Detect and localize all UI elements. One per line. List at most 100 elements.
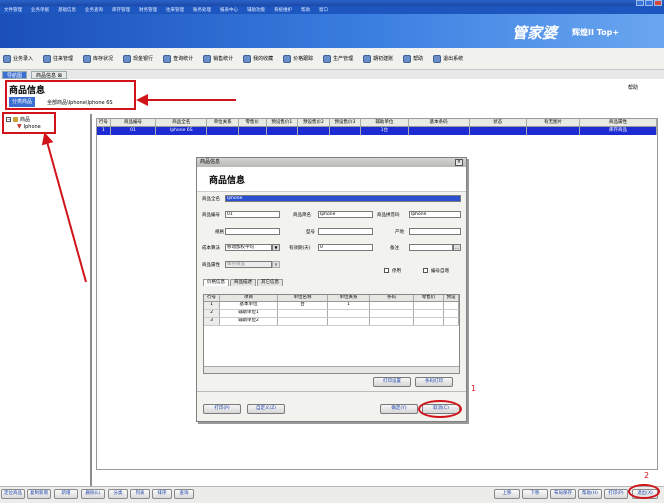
attribute-select[interactable]: 库存商品: [225, 261, 272, 268]
cost-label: 成本算法: [202, 246, 220, 251]
toolbar-help-button[interactable]: 帮助: [403, 54, 423, 63]
horizontal-scrollbar[interactable]: [204, 366, 459, 373]
origin-field[interactable]: [409, 228, 461, 235]
ok-button[interactable]: 确定(Y): [380, 404, 418, 414]
toolbar-cash-button[interactable]: 现金银行: [123, 54, 153, 63]
toolbar-setup-button[interactable]: 期初建账: [363, 54, 393, 63]
tab-other-info[interactable]: 其它信息: [257, 279, 283, 286]
step-number-2: 2: [644, 471, 650, 480]
column-header[interactable]: 商品全名: [156, 119, 208, 126]
column-header[interactable]: 基本条码: [409, 119, 470, 126]
menu-item[interactable]: 库存管理: [112, 7, 130, 13]
dialog-title-bar[interactable]: 商品信息: [197, 158, 466, 167]
toolbar-query-button[interactable]: 查询统计: [163, 54, 193, 63]
menu-item[interactable]: 业务查询: [85, 7, 103, 13]
origin-label: 产地: [395, 230, 404, 235]
column-header[interactable]: 商品编号: [111, 119, 157, 126]
code-field[interactable]: 01: [225, 211, 280, 218]
move-up-button[interactable]: 上移: [494, 489, 520, 499]
column-header[interactable]: 商品属性: [580, 119, 657, 126]
table-row[interactable]: 1 基本单位 台 1: [204, 302, 459, 310]
save-layout-button[interactable]: 布局保存: [550, 489, 576, 499]
menu-item[interactable]: 辅助功能: [247, 7, 265, 13]
barcode-print-button[interactable]: 条码打印: [415, 377, 453, 387]
tab-navigation[interactable]: 导航图: [2, 70, 28, 79]
menu-item[interactable]: 财务管理: [139, 7, 157, 13]
column-header[interactable]: 单位关系: [207, 119, 239, 126]
tab-price-info[interactable]: 价格信息: [203, 279, 229, 286]
move-down-button[interactable]: 下移: [522, 489, 548, 499]
menu-item[interactable]: 基础信息: [58, 7, 76, 13]
ellipsis-icon[interactable]: …: [453, 244, 461, 251]
category-bottom-button[interactable]: 分类: [108, 489, 128, 499]
spec-field[interactable]: [225, 228, 280, 235]
menu-item[interactable]: 往来管理: [166, 7, 184, 13]
attribute-label: 商品属性: [202, 263, 220, 268]
dialog-close-button[interactable]: ×: [455, 159, 463, 166]
valid-days-field[interactable]: 0: [318, 244, 373, 251]
column-header[interactable]: 预设售价1: [267, 119, 299, 126]
locate-product-button[interactable]: 定位商品: [1, 489, 25, 499]
cash-icon: [123, 54, 132, 63]
help-link[interactable]: 帮助: [628, 84, 638, 91]
column-header[interactable]: 预设售价2: [298, 119, 330, 126]
category-tree: − 商品 ▼ Iphone: [0, 114, 92, 486]
spec-label: 规格: [215, 230, 224, 235]
column-header[interactable]: 预设售价3: [330, 119, 362, 126]
toolbar-stock-button[interactable]: 库存状况: [83, 54, 113, 63]
column-header[interactable]: 状态: [470, 119, 527, 126]
print-setup-button[interactable]: 打印设置: [373, 377, 411, 387]
toolbar-favorites-button[interactable]: 我的收藏: [243, 54, 273, 63]
menu-item[interactable]: 业务单据: [31, 7, 49, 13]
exit-icon: [433, 54, 442, 63]
print-bottom-button[interactable]: 打印(P): [604, 489, 628, 499]
model-field[interactable]: [318, 228, 373, 235]
menu-item[interactable]: 帮助: [301, 7, 310, 13]
toolbar-accounts-button[interactable]: 往来管理: [43, 54, 73, 63]
brand-edition: 辉煌II Top+: [572, 28, 620, 37]
column-header[interactable]: 有无图片: [527, 119, 581, 126]
copy-new-button[interactable]: 复制新增: [27, 489, 51, 499]
menu-item[interactable]: 报表中心: [220, 7, 238, 13]
toolbar-exit-button[interactable]: 退出系统: [433, 54, 463, 63]
menu-item[interactable]: 系统维护: [274, 7, 292, 13]
help-bottom-button[interactable]: 帮助(H): [578, 489, 602, 499]
autocode-checkbox[interactable]: [423, 268, 428, 273]
memo-field[interactable]: [409, 244, 453, 251]
search-button[interactable]: 查询: [174, 489, 194, 499]
menu-item[interactable]: 文件管理: [4, 7, 22, 13]
tab-product-info[interactable]: 商品信息 ⊠: [31, 70, 67, 79]
column-header[interactable]: 辅助单位: [361, 119, 409, 126]
sort-button[interactable]: 排序: [152, 489, 172, 499]
toolbar-price-button[interactable]: 价格跟踪: [283, 54, 313, 63]
highlight-box-header: [5, 80, 136, 110]
custom-button[interactable]: 自定义(Z): [247, 404, 285, 414]
pinyin-field[interactable]: Iphone: [409, 211, 461, 218]
table-row[interactable]: 2 辅助单位1: [204, 310, 459, 318]
fullname-field[interactable]: Iphone: [225, 195, 461, 202]
print-button[interactable]: 打印(P): [203, 404, 241, 414]
add-button[interactable]: 新增: [54, 489, 78, 499]
menu-item[interactable]: 账务处理: [193, 7, 211, 13]
column-header[interactable]: 行号: [97, 119, 111, 126]
help-icon: [403, 54, 412, 63]
chevron-down-icon[interactable]: ▼: [272, 261, 280, 268]
delete-button[interactable]: 删除(L): [81, 489, 105, 499]
menu-item[interactable]: 窗口: [319, 7, 328, 13]
fullname-label: 商品全名: [202, 197, 220, 202]
list-button[interactable]: 列表: [130, 489, 150, 499]
table-row[interactable]: 1 01 Iphone 6S 1台 库存商品: [97, 127, 657, 135]
shortname-field[interactable]: Iphone: [318, 211, 373, 218]
brand-banner: [0, 14, 664, 48]
toolbar-sales-button[interactable]: 销售统计: [203, 54, 233, 63]
table-row[interactable]: 3 辅助单位2: [204, 318, 459, 326]
chevron-down-icon[interactable]: ▼: [272, 244, 280, 251]
cost-select[interactable]: 移动加权平均: [225, 244, 272, 251]
highlight-circle-exit: [628, 484, 660, 499]
brand-logo: 管家婆: [512, 24, 558, 42]
toolbar-entry-button[interactable]: 业务录入: [3, 54, 33, 63]
disable-checkbox[interactable]: [384, 268, 389, 273]
column-header[interactable]: 零售价: [239, 119, 267, 126]
tab-description[interactable]: 商品描述: [230, 279, 256, 286]
toolbar-production-button[interactable]: 生产管理: [323, 54, 353, 63]
